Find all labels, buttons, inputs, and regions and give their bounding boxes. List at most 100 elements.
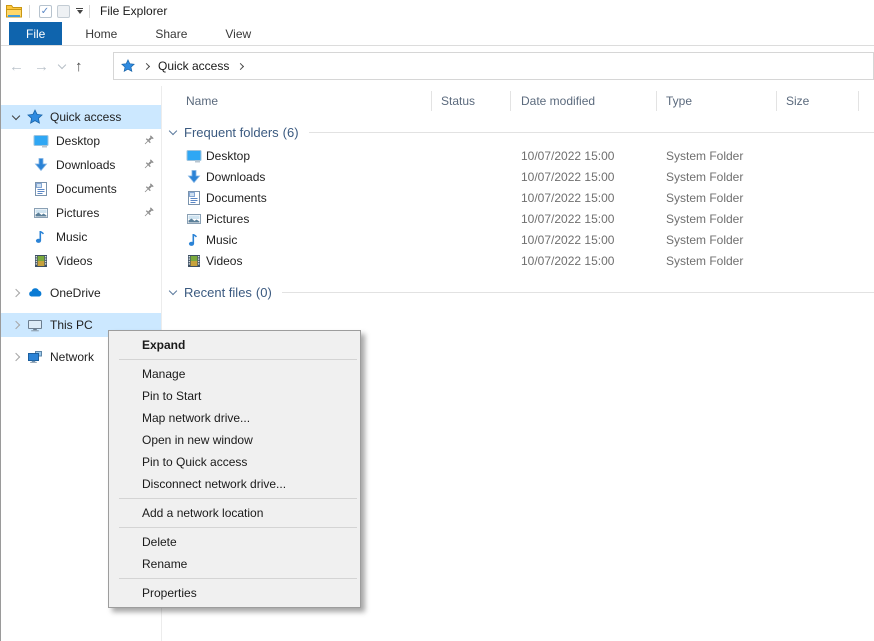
file-row-pictures[interactable]: Pictures 10/07/2022 15:00 System Folder xyxy=(162,209,874,230)
breadcrumb-chevron-icon[interactable] xyxy=(237,62,244,69)
tab-share[interactable]: Share xyxy=(140,22,202,45)
chevron-down-icon xyxy=(77,10,83,14)
window-title: File Explorer xyxy=(100,4,167,18)
type-value: System Folder xyxy=(666,212,743,226)
type-value: System Folder xyxy=(666,233,743,247)
quick-access-star-icon xyxy=(121,59,135,73)
date-modified-value: 10/07/2022 15:00 xyxy=(521,191,614,205)
group-count: (0) xyxy=(256,285,272,300)
menu-item-manage[interactable]: Manage xyxy=(109,363,360,385)
date-modified-value: 10/07/2022 15:00 xyxy=(521,170,614,184)
sidebar-item-onedrive[interactable]: OneDrive xyxy=(1,281,161,305)
file-explorer-window: ✓ File Explorer File Home Share View ← →… xyxy=(0,0,874,641)
up-button[interactable]: ↑ xyxy=(75,59,83,74)
column-header-date-modified[interactable]: Date modified xyxy=(511,91,657,111)
menu-separator xyxy=(119,359,357,360)
file-row-desktop[interactable]: Desktop 10/07/2022 15:00 System Folder xyxy=(162,146,874,167)
back-button[interactable]: ← xyxy=(9,59,24,74)
group-header-frequent-folders[interactable]: Frequent folders (6) xyxy=(162,122,874,142)
title-bar: ✓ File Explorer xyxy=(1,0,874,22)
sidebar-item-downloads[interactable]: Downloads xyxy=(1,153,161,177)
sidebar-item-videos[interactable]: Videos xyxy=(1,249,161,273)
file-row-music[interactable]: Music 10/07/2022 15:00 System Folder xyxy=(162,230,874,251)
pictures-icon xyxy=(33,205,49,221)
type-value: System Folder xyxy=(666,191,743,205)
tab-home[interactable]: Home xyxy=(70,22,132,45)
menu-item-expand[interactable]: Expand xyxy=(109,334,360,356)
sidebar-item-documents[interactable]: Documents xyxy=(1,177,161,201)
documents-icon xyxy=(186,190,202,206)
desktop-icon xyxy=(33,133,49,149)
menu-separator xyxy=(119,578,357,579)
group-count: (6) xyxy=(283,125,299,140)
group-header-recent-files[interactable]: Recent files (0) xyxy=(162,282,874,302)
column-header-status[interactable]: Status xyxy=(432,91,511,111)
qat-new-folder-button[interactable] xyxy=(54,2,72,20)
column-header-name[interactable]: Name xyxy=(162,91,432,111)
ribbon-tab-bar: File Home Share View xyxy=(1,22,874,46)
titlebar-separator xyxy=(89,5,90,18)
menu-separator xyxy=(119,527,357,528)
titlebar-separator xyxy=(29,5,30,18)
sidebar-item-quick-access[interactable]: Quick access xyxy=(1,105,161,129)
pin-icon xyxy=(142,182,155,195)
file-row-downloads[interactable]: Downloads 10/07/2022 15:00 System Folder xyxy=(162,167,874,188)
videos-icon xyxy=(33,253,49,269)
chevron-right-icon xyxy=(12,289,20,297)
pin-icon xyxy=(142,158,155,171)
group-divider-line xyxy=(282,292,874,293)
menu-separator xyxy=(119,498,357,499)
breadcrumb-chevron-icon[interactable] xyxy=(143,62,150,69)
type-value: System Folder xyxy=(666,149,743,163)
videos-icon xyxy=(186,253,202,269)
navigation-toolbar: ← → ↑ Quick access xyxy=(1,46,874,86)
sidebar-item-desktop[interactable]: Desktop xyxy=(1,129,161,153)
frequent-folders-list: Desktop 10/07/2022 15:00 System Folder D… xyxy=(162,146,874,272)
menu-item-add-a-network-location[interactable]: Add a network location xyxy=(109,502,360,524)
qat-properties-button[interactable]: ✓ xyxy=(36,2,54,20)
breadcrumb-quick-access[interactable]: Quick access xyxy=(158,59,229,73)
pin-icon xyxy=(142,206,155,219)
explorer-logo-icon xyxy=(5,2,23,20)
column-header-row: Name Status Date modified Type Size xyxy=(162,86,874,116)
column-header-type[interactable]: Type xyxy=(657,91,777,111)
chevron-right-icon xyxy=(12,321,20,329)
forward-button[interactable]: → xyxy=(34,59,49,74)
menu-item-rename[interactable]: Rename xyxy=(109,553,360,575)
documents-icon xyxy=(33,181,49,197)
context-menu: Expand Manage Pin to Start Map network d… xyxy=(108,330,361,608)
recent-locations-dropdown[interactable] xyxy=(58,60,66,68)
music-icon xyxy=(33,229,49,245)
pictures-icon xyxy=(186,211,202,227)
group-label: Frequent folders xyxy=(184,125,279,140)
file-row-documents[interactable]: Documents 10/07/2022 15:00 System Folder xyxy=(162,188,874,209)
this-pc-icon xyxy=(27,317,43,333)
onedrive-icon xyxy=(27,285,43,301)
address-bar[interactable]: Quick access xyxy=(113,52,874,80)
tab-view[interactable]: View xyxy=(210,22,266,45)
tab-file[interactable]: File xyxy=(9,22,62,45)
folder-box-icon xyxy=(57,5,70,18)
downloads-icon xyxy=(33,157,49,173)
type-value: System Folder xyxy=(666,254,743,268)
menu-item-disconnect-network-drive[interactable]: Disconnect network drive... xyxy=(109,473,360,495)
qat-customize-dropdown[interactable] xyxy=(76,8,83,15)
menu-item-properties[interactable]: Properties xyxy=(109,582,360,604)
date-modified-value: 10/07/2022 15:00 xyxy=(521,149,614,163)
menu-item-delete[interactable]: Delete xyxy=(109,531,360,553)
group-label: Recent files xyxy=(184,285,252,300)
network-icon xyxy=(27,349,43,365)
column-header-size[interactable]: Size xyxy=(777,91,859,111)
menu-item-pin-to-quick-access[interactable]: Pin to Quick access xyxy=(109,451,360,473)
file-row-videos[interactable]: Videos 10/07/2022 15:00 System Folder xyxy=(162,251,874,272)
music-icon xyxy=(186,232,202,248)
menu-item-open-in-new-window[interactable]: Open in new window xyxy=(109,429,360,451)
menu-item-pin-to-start[interactable]: Pin to Start xyxy=(109,385,360,407)
downloads-icon xyxy=(186,169,202,185)
sidebar-item-pictures[interactable]: Pictures xyxy=(1,201,161,225)
menu-item-map-network-drive[interactable]: Map network drive... xyxy=(109,407,360,429)
type-value: System Folder xyxy=(666,170,743,184)
sidebar-item-music[interactable]: Music xyxy=(1,225,161,249)
chevron-down-icon xyxy=(169,287,177,295)
sidebar-item-label: Quick access xyxy=(50,110,121,124)
